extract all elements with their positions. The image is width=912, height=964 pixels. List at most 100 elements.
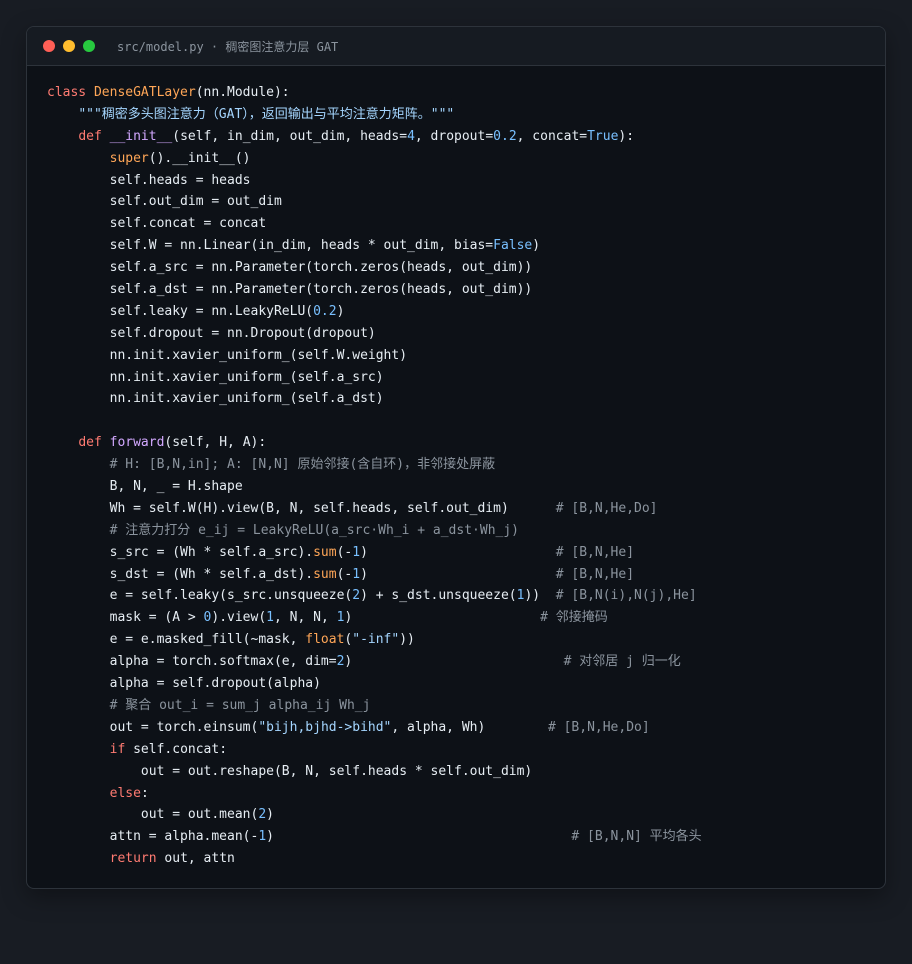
code-token: ).view(	[211, 610, 267, 626]
code-line: """稠密多头图注意力（GAT），返回输出与平均注意力矩阵。"""	[47, 104, 702, 126]
code-token: self.leaky = nn.LeakyReLU(	[47, 303, 314, 319]
window-titlebar: src/model.py · 稠密图注意力层 GAT	[27, 27, 885, 66]
code-token: , dropout=	[414, 128, 494, 144]
code-token: 1	[266, 610, 274, 626]
code-line: # 聚合 out_i = sum_j alpha_ij Wh_j	[47, 695, 702, 717]
code-token: (self, H, A):	[164, 435, 267, 451]
code-token: 2	[352, 588, 361, 604]
code-token: class	[47, 85, 87, 100]
code-token: )	[344, 654, 564, 670]
code-token: 1	[352, 566, 361, 582]
code-token: alpha = self.dropout(alpha)	[47, 676, 321, 692]
code-token: sum	[313, 566, 337, 582]
code-token: alpha = torch.softmax(e, dim=	[47, 654, 337, 670]
code-token: 0.2	[313, 303, 337, 319]
code-line: alpha = self.dropout(alpha)	[47, 673, 702, 695]
code-line: def __init__(self, in_dim, out_dim, head…	[47, 126, 702, 148]
code-token: self.concat = concat	[47, 216, 267, 232]
code-token: self.W = nn.Linear(in_dim, heads * out_d…	[47, 238, 494, 254]
code-token: :	[140, 785, 149, 801]
code-token: (-	[336, 566, 353, 582]
code-token: out, attn	[156, 851, 235, 867]
code-token: (-	[336, 544, 353, 560]
code-token: # [B,N,N] 平均各头	[571, 829, 702, 845]
code-token: def	[78, 128, 102, 144]
code-token: e = self.leaky(s_src.unsqueeze(	[47, 588, 353, 604]
code-line: out = out.reshape(B, N, self.heads * sel…	[47, 761, 702, 783]
code-token: nn.init.xavier_uniform_(self.a_src)	[47, 369, 384, 385]
code-token: )	[344, 610, 541, 626]
code-token: 1	[258, 829, 267, 845]
code-token: Wh = self.W(H).view(B, N, self.heads, se…	[47, 500, 556, 516]
code-token: , N, N,	[274, 610, 337, 626]
code-token: ))	[524, 588, 556, 604]
code-token: self.a_src = nn.Parameter(torch.zeros(he…	[47, 260, 533, 276]
code-token: self.heads = heads	[47, 172, 251, 188]
close-dot-icon[interactable]	[43, 40, 55, 52]
code-token: )	[266, 829, 572, 845]
window-title: src/model.py · 稠密图注意力层 GAT	[117, 39, 339, 54]
code-token: "-inf"	[352, 632, 400, 648]
code-token: False	[493, 238, 533, 254]
code-line: # 注意力打分 e_ij = LeakyReLU(a_src·Wh_i + a_…	[47, 520, 702, 542]
code-line: mask = (A > 0).view(1, N, N, 1) # 邻接掩码	[47, 607, 702, 629]
code-token: self.out_dim = out_dim	[47, 194, 282, 210]
code-token: mask = (A >	[47, 610, 204, 626]
code-block[interactable]: class DenseGATLayer(nn.Module): """稠密多头图…	[47, 82, 702, 870]
code-line: self.concat = concat	[47, 213, 702, 235]
code-token: # 对邻居 j 归一化	[563, 654, 681, 670]
code-token: self.dropout = nn.Dropout(dropout)	[47, 325, 376, 341]
code-token: e = e.masked_fill(~mask,	[47, 632, 306, 648]
code-line: self.W = nn.Linear(in_dim, heads * out_d…	[47, 235, 702, 257]
code-token: # H: [B,N,in]; A: [N,N] 原始邻接(含自环)，非邻接处屏蔽	[109, 457, 496, 473]
code-token: nn.init.xavier_uniform_(self.W.weight)	[47, 347, 408, 363]
code-line: def forward(self, H, A):	[47, 432, 702, 454]
code-token: 1	[352, 544, 361, 560]
code-window: src/model.py · 稠密图注意力层 GAT class DenseGA…	[26, 26, 886, 889]
code-line: class DenseGATLayer(nn.Module):	[47, 82, 702, 104]
code-token: "bijh,bjhd->bihd"	[258, 719, 392, 735]
minimize-dot-icon[interactable]	[63, 40, 75, 52]
code-line: super().__init__()	[47, 148, 702, 170]
code-line: alpha = torch.softmax(e, dim=2) # 对邻居 j …	[47, 651, 702, 673]
code-token: ().__init__()	[148, 150, 251, 166]
code-line: out = torch.einsum("bijh,bjhd->bihd", al…	[47, 717, 702, 739]
code-token: # [B,N,He]	[555, 566, 635, 582]
code-token: ) + s_dst.unsqueeze(	[360, 588, 517, 604]
code-token: float	[305, 632, 345, 648]
code-token: super	[109, 150, 149, 166]
code-token: forward	[109, 435, 165, 451]
code-line: nn.init.xavier_uniform_(self.a_dst)	[47, 388, 702, 410]
code-line: else:	[47, 783, 702, 805]
code-token: """稠密多头图注意力（GAT），返回输出与平均注意力矩阵。"""	[78, 106, 455, 122]
code-token: (nn.Module):	[195, 85, 290, 100]
code-token: ):	[618, 128, 635, 144]
code-token: # [B,N,He]	[555, 544, 635, 560]
code-line: self.out_dim = out_dim	[47, 191, 702, 213]
code-line: Wh = self.W(H).view(B, N, self.heads, se…	[47, 498, 702, 520]
maximize-dot-icon[interactable]	[83, 40, 95, 52]
code-token: # 注意力打分 e_ij = LeakyReLU(a_src·Wh_i + a_…	[109, 522, 519, 538]
code-token: __init__	[109, 128, 173, 144]
code-line: # H: [B,N,in]; A: [N,N] 原始邻接(含自环)，非邻接处屏蔽	[47, 454, 702, 476]
code-token: attn = alpha.mean(-	[47, 829, 259, 845]
code-token: s_src = (Wh * self.a_src).	[47, 544, 314, 560]
code-token: out = torch.einsum(	[47, 719, 259, 735]
code-line: out = out.mean(2)	[47, 804, 702, 826]
code-line: self.a_src = nn.Parameter(torch.zeros(he…	[47, 257, 702, 279]
code-token: # 聚合 out_i = sum_j alpha_ij Wh_j	[109, 697, 371, 713]
code-token: else	[109, 785, 141, 801]
code-line: e = e.masked_fill(~mask, float("-inf"))	[47, 629, 702, 651]
code-token: )	[336, 303, 345, 319]
code-token: (self, in_dim, out_dim, heads=	[172, 128, 408, 144]
